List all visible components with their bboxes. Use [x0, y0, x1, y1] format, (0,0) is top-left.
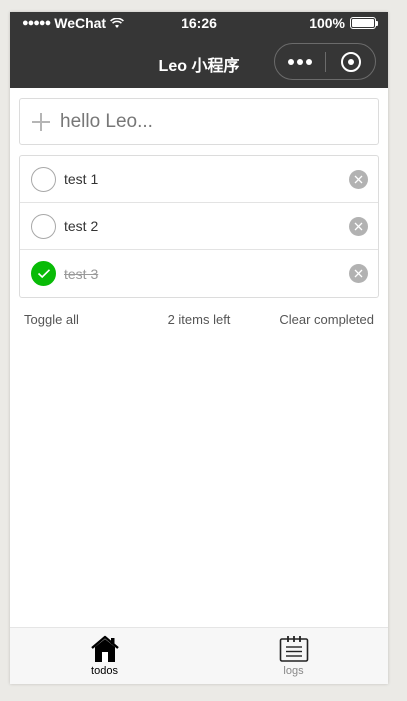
- todo-list: test 1 test 2 test 3: [19, 155, 379, 298]
- phone-screen: ●●●●● WeChat 16:26 100% Leo 小程序 hello Le…: [10, 12, 388, 684]
- new-todo-input[interactable]: [60, 110, 340, 133]
- battery-group: 100%: [309, 15, 378, 31]
- battery-percent: 100%: [309, 15, 345, 31]
- tab-todos[interactable]: todos: [10, 628, 199, 684]
- toggle-all-button[interactable]: Toggle all: [24, 312, 79, 327]
- plus-icon: [32, 112, 50, 131]
- todo-label[interactable]: test 3: [64, 266, 98, 282]
- top-bar: ●●●●● WeChat 16:26 100% Leo 小程序: [10, 12, 388, 88]
- checked-icon[interactable]: [31, 261, 56, 286]
- remove-icon[interactable]: [349, 264, 368, 283]
- todo-item: test 1: [20, 156, 378, 203]
- home-icon: [90, 635, 119, 662]
- tab-bar: todos logs: [10, 627, 388, 684]
- todo-item: test 3: [20, 250, 378, 297]
- close-miniprogram-icon[interactable]: [326, 44, 375, 79]
- todo-item: test 2: [20, 203, 378, 250]
- tab-logs[interactable]: logs: [199, 628, 388, 684]
- unchecked-circle-icon[interactable]: [31, 166, 56, 192]
- tab-logs-label: logs: [283, 665, 304, 677]
- tab-todos-label: todos: [91, 665, 118, 677]
- todo-label[interactable]: test 2: [64, 218, 98, 234]
- battery-icon: [350, 17, 378, 29]
- new-todo-box: [19, 98, 379, 145]
- unchecked-circle-icon[interactable]: [31, 213, 56, 239]
- more-icon[interactable]: [275, 44, 325, 79]
- clear-completed-button[interactable]: Clear completed: [279, 312, 374, 327]
- remove-icon[interactable]: [349, 170, 368, 189]
- capsule-menu: [274, 43, 376, 80]
- remove-icon[interactable]: [349, 217, 368, 236]
- todo-footer: 2 items left Toggle all Clear completed: [10, 312, 388, 332]
- status-bar: ●●●●● WeChat 16:26 100%: [10, 12, 388, 34]
- notepad-icon: [279, 636, 308, 662]
- todo-label[interactable]: test 1: [64, 171, 98, 187]
